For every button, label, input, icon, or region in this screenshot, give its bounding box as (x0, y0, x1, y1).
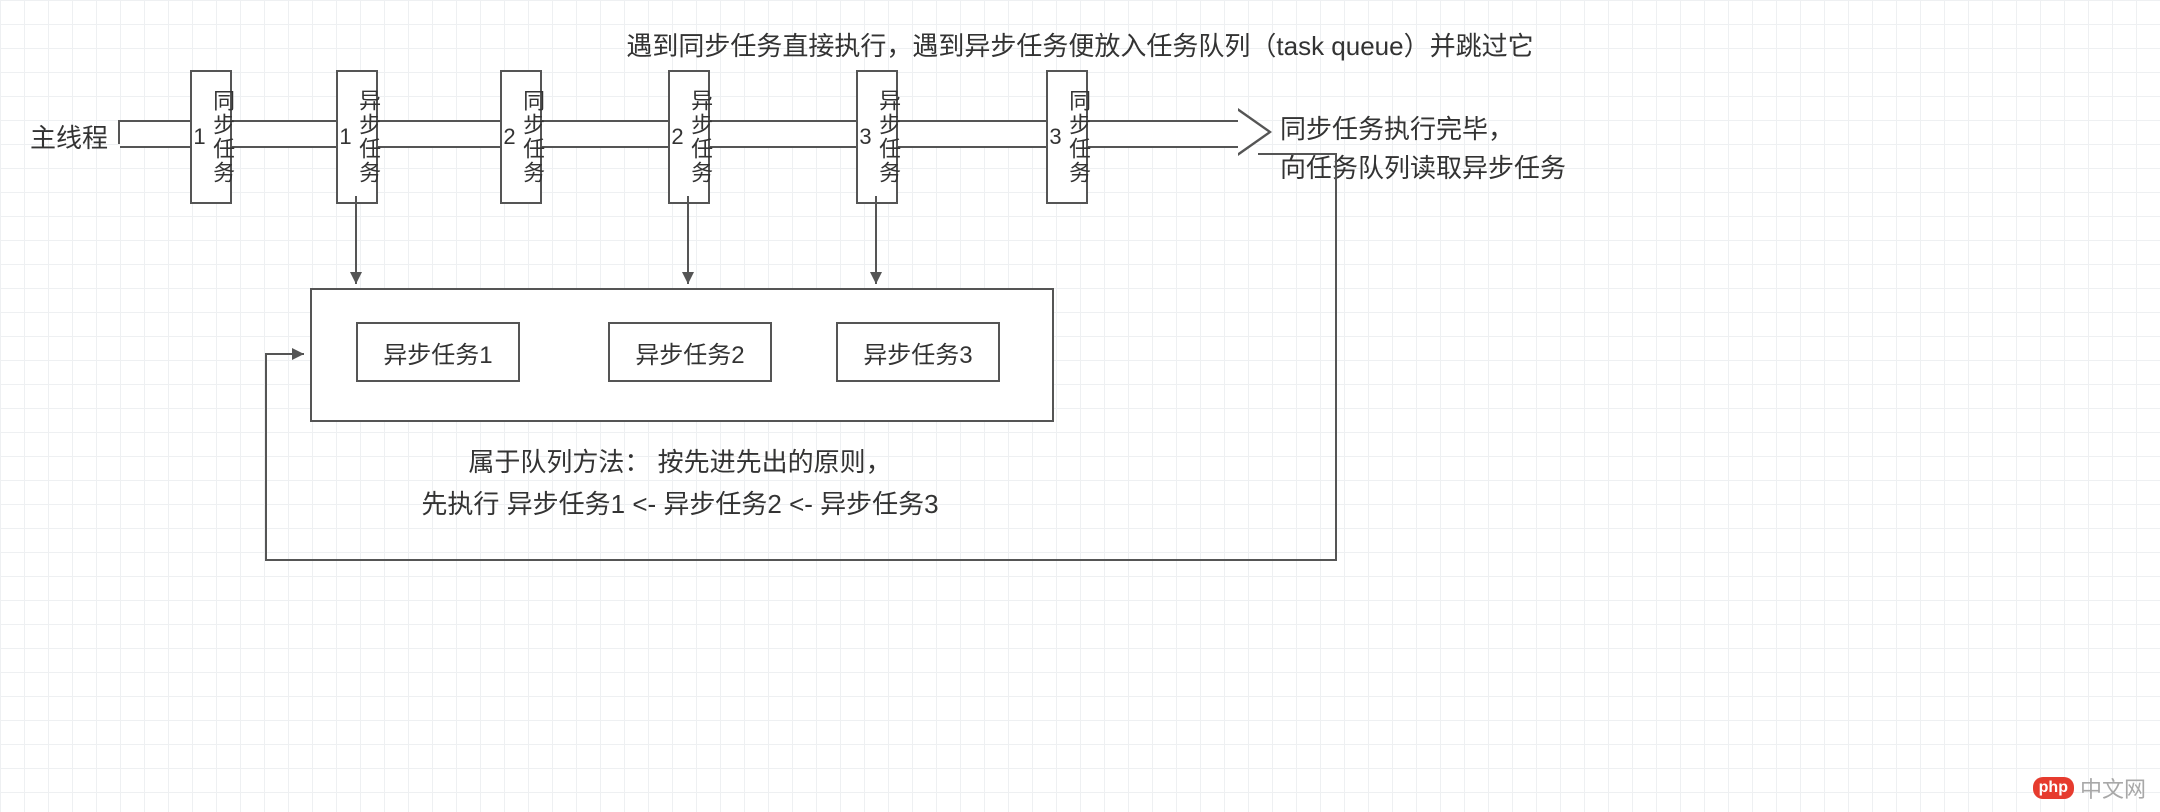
queue-caption: 属于队列方法： 按先进先出的原则， 先执行 异步任务1 <- 异步任务2 <- … (0, 442, 1360, 525)
end-label-line2: 向任务队列读取异步任务 (1280, 153, 1566, 183)
queue-item-1: 异步任务1 (356, 322, 520, 382)
queue-caption-line2: 先执行 异步任务1 <- 异步任务2 <- 异步任务3 (421, 489, 938, 519)
task-sync-1: 同步任务1 (190, 70, 232, 204)
queue-item-2: 异步任务2 (608, 322, 772, 382)
main-thread-label: 主线程 (30, 118, 108, 155)
flow-arrow-head-icon (1238, 108, 1272, 156)
end-label: 同步任务执行完毕， 向任务队列读取异步任务 (1280, 110, 1566, 188)
watermark: php 中文网 (2033, 772, 2146, 804)
watermark-text: 中文网 (2080, 772, 2146, 804)
queue-item-3: 异步任务3 (836, 322, 1000, 382)
task-async-2: 异步任务2 (668, 70, 710, 204)
task-sync-2: 同步任务2 (500, 70, 542, 204)
end-label-line1: 同步任务执行完毕， (1280, 114, 1514, 144)
top-caption-text: 遇到同步任务直接执行，遇到异步任务便放入任务队列（task queue）并跳过它 (626, 31, 1533, 61)
watermark-badge: php (2033, 777, 2074, 799)
queue-caption-line1: 属于队列方法： 按先进先出的原则， (468, 447, 891, 477)
task-async-3: 异步任务3 (856, 70, 898, 204)
task-async-1: 异步任务1 (336, 70, 378, 204)
top-caption: 遇到同步任务直接执行，遇到异步任务便放入任务队列（task queue）并跳过它 (0, 26, 2160, 63)
task-sync-3: 同步任务3 (1046, 70, 1088, 204)
